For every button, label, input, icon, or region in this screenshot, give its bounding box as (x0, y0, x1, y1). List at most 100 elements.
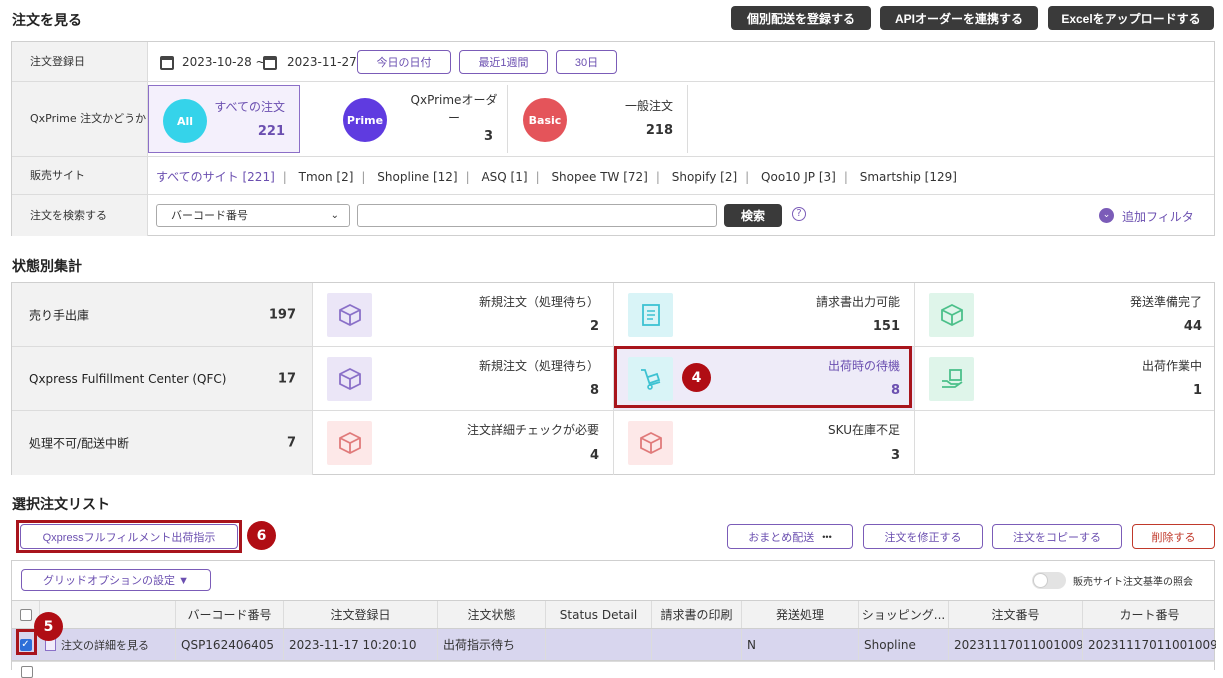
calendar-icon[interactable] (263, 56, 277, 70)
status-cell-qfc-new[interactable]: 新規注文（処理待ち） 8 (313, 347, 614, 410)
prime-orders-option[interactable]: Prime QxPrimeオーダー 3 (300, 85, 508, 153)
status-row-count: 7 (286, 435, 296, 451)
status-row-label: Qxpress Fulfillment Center (QFC) (29, 371, 227, 386)
step-marker-5: 5 (34, 612, 63, 641)
basic-orders-label: 一般注文 (624, 99, 673, 113)
status-table: 売り手出庫 197 新規注文（処理待ち） 2 請求書出力可能 151 発送準備完了… (11, 282, 1215, 475)
column-header[interactable]: バーコード番号 (176, 601, 284, 628)
date-label: 注文登録日 (12, 42, 148, 81)
status-detail-cell (546, 629, 652, 660)
site-link-all[interactable]: すべてのサイト [221] (156, 170, 275, 184)
order-grid: グリッドオプションの設定 ▼ 販売サイト注文基準の照会 バーコード番号 注文登録… (11, 560, 1216, 678)
status-cell-empty (915, 411, 1216, 475)
status-cell-invoice[interactable]: 請求書出力可能 151 (614, 283, 915, 346)
date-from[interactable]: 2023-10-28 ~ (182, 55, 266, 69)
date-to[interactable]: 2023-11-27 (287, 55, 357, 69)
search-type-select[interactable]: バーコード番号 ⌄ (156, 204, 350, 227)
status-cell-label: 請求書出力可能 (815, 295, 900, 309)
column-header[interactable]: 注文登録日 (284, 601, 438, 628)
column-header[interactable]: Status Detail (546, 601, 652, 628)
column-header[interactable]: ショッピング... (859, 601, 949, 628)
delete-button[interactable]: 削除する (1132, 524, 1215, 549)
page-title: 注文を見る (12, 13, 82, 29)
table-row[interactable]: ✓ 注文の詳細を見る QSP162406405 2023-11-17 10:20… (12, 629, 1216, 661)
bundle-delivery-label: おまとめ配送 (748, 531, 815, 544)
search-type-value: バーコード番号 (171, 209, 248, 222)
cart-number-cell: 20231117011001009 (1088, 637, 1216, 652)
filter-table: 注文登録日 2023-10-28 ~ 2023-11-27 今日の日付 最近1週… (11, 41, 1215, 236)
status-cell-value: 2 (589, 319, 599, 334)
grid-option-button[interactable]: グリッドオプションの設定 ▼ (21, 569, 211, 591)
column-header[interactable]: 注文状態 (438, 601, 546, 628)
box-alert-icon (628, 421, 673, 465)
site-link-shopline[interactable]: Shopline [12] (377, 170, 457, 184)
search-button[interactable]: 検索 (724, 204, 782, 227)
grid-header: バーコード番号 注文登録日 注文状態 Status Detail 請求書の印刷 … (12, 600, 1214, 629)
all-orders-label: すべての注文 (214, 100, 285, 114)
hand-box-icon (929, 357, 974, 401)
register-delivery-button[interactable]: 個別配送を登録する (731, 6, 871, 30)
column-header[interactable]: カート番号 (1083, 601, 1216, 628)
all-badge: All (163, 99, 207, 143)
qxprime-label: QxPrime 注文かどうか (12, 82, 148, 156)
status-cell-label: SKU在庫不足 (828, 423, 900, 437)
invoice-print-cell (652, 629, 742, 660)
status-cell-ready[interactable]: 発送準備完了 44 (915, 283, 1216, 346)
column-header[interactable]: 発送処理 (742, 601, 859, 628)
help-icon[interactable]: ? (792, 207, 806, 221)
status-row-count: 17 (277, 371, 296, 386)
list-section-title: 選択注文リスト (12, 497, 110, 513)
step-marker-4: 4 (682, 363, 711, 392)
status-row-qfc: Qxpress Fulfillment Center (QFC) 17 新規注文（… (12, 347, 1214, 411)
barcode-cell: QSP162406405 (176, 629, 284, 660)
step-marker-6: 6 (247, 521, 276, 550)
status-cell-value: 3 (890, 448, 900, 463)
status-cell-value: 151 (872, 319, 900, 334)
last-week-button[interactable]: 最近1週間 (459, 50, 548, 74)
site-link-shopify[interactable]: Shopify [2] (672, 170, 737, 184)
search-input[interactable] (357, 204, 717, 227)
highlight-box (16, 629, 37, 655)
calendar-icon[interactable] (160, 56, 174, 70)
site-link-asq[interactable]: ASQ [1] (481, 170, 527, 184)
bundle-delivery-button[interactable]: おまとめ配送 ••• (727, 524, 853, 549)
status-cell-check-needed[interactable]: 注文詳細チェックが必要 4 (313, 411, 614, 475)
api-order-button[interactable]: APIオーダーを連携する (880, 6, 1038, 30)
basic-orders-option[interactable]: Basic 一般注文 218 (508, 85, 688, 153)
highlight-box (614, 346, 912, 408)
edit-order-button[interactable]: 注文を修正する (863, 524, 983, 549)
box-icon (327, 293, 372, 337)
order-date-cell: 2023-11-17 10:20:10 (284, 629, 438, 660)
status-cell-value: 1 (1192, 383, 1202, 398)
site-list: すべてのサイト [221] | Tmon [2] | Shopline [12] | … (156, 170, 957, 184)
site-link-smartship[interactable]: Smartship [129] (860, 170, 957, 184)
excel-upload-button[interactable]: Excelをアップロードする (1048, 6, 1214, 30)
select-all-checkbox[interactable] (19, 608, 32, 621)
shopping-site-cell: Shopline (859, 629, 949, 660)
basic-badge: Basic (523, 98, 567, 142)
add-filter-link[interactable]: 追加フィルタ (1122, 208, 1194, 225)
status-cell-new[interactable]: 新規注文（処理待ち） 2 (313, 283, 614, 346)
30-days-button[interactable]: 30日 (556, 50, 617, 74)
chevron-down-circle-icon[interactable]: ⌄ (1099, 208, 1114, 223)
status-cell-shipping-work[interactable]: 出荷作業中 1 (915, 347, 1216, 410)
today-button[interactable]: 今日の日付 (357, 50, 451, 74)
basic-orders-count: 218 (645, 123, 673, 138)
prime-orders-label: QxPrimeオーダー (410, 93, 498, 125)
status-section-title: 状態別集計 (12, 259, 82, 275)
column-header[interactable]: 請求書の印刷 (652, 601, 742, 628)
column-header[interactable]: 注文番号 (949, 601, 1083, 628)
row-checkbox[interactable] (21, 666, 33, 678)
status-cell-sku-shortage[interactable]: SKU在庫不足 3 (614, 411, 915, 475)
all-orders-count: 221 (257, 124, 285, 139)
status-row-seller: 売り手出庫 197 新規注文（処理待ち） 2 請求書出力可能 151 発送準備完了… (12, 283, 1214, 347)
status-row-label: 処理不可/配送中断 (29, 436, 130, 451)
site-standard-toggle[interactable] (1032, 572, 1066, 589)
qfc-shipment-button[interactable]: Qxpressフルフィルメント出荷指示 (20, 524, 238, 549)
site-link-shopee-tw[interactable]: Shopee TW [72] (551, 170, 647, 184)
copy-order-button[interactable]: 注文をコピーする (992, 524, 1122, 549)
site-link-tmon[interactable]: Tmon [2] (299, 170, 354, 184)
all-orders-option[interactable]: All すべての注文 221 (148, 85, 300, 153)
site-link-qoo10[interactable]: Qoo10 JP [3] (761, 170, 836, 184)
prime-badge: Prime (343, 98, 387, 142)
